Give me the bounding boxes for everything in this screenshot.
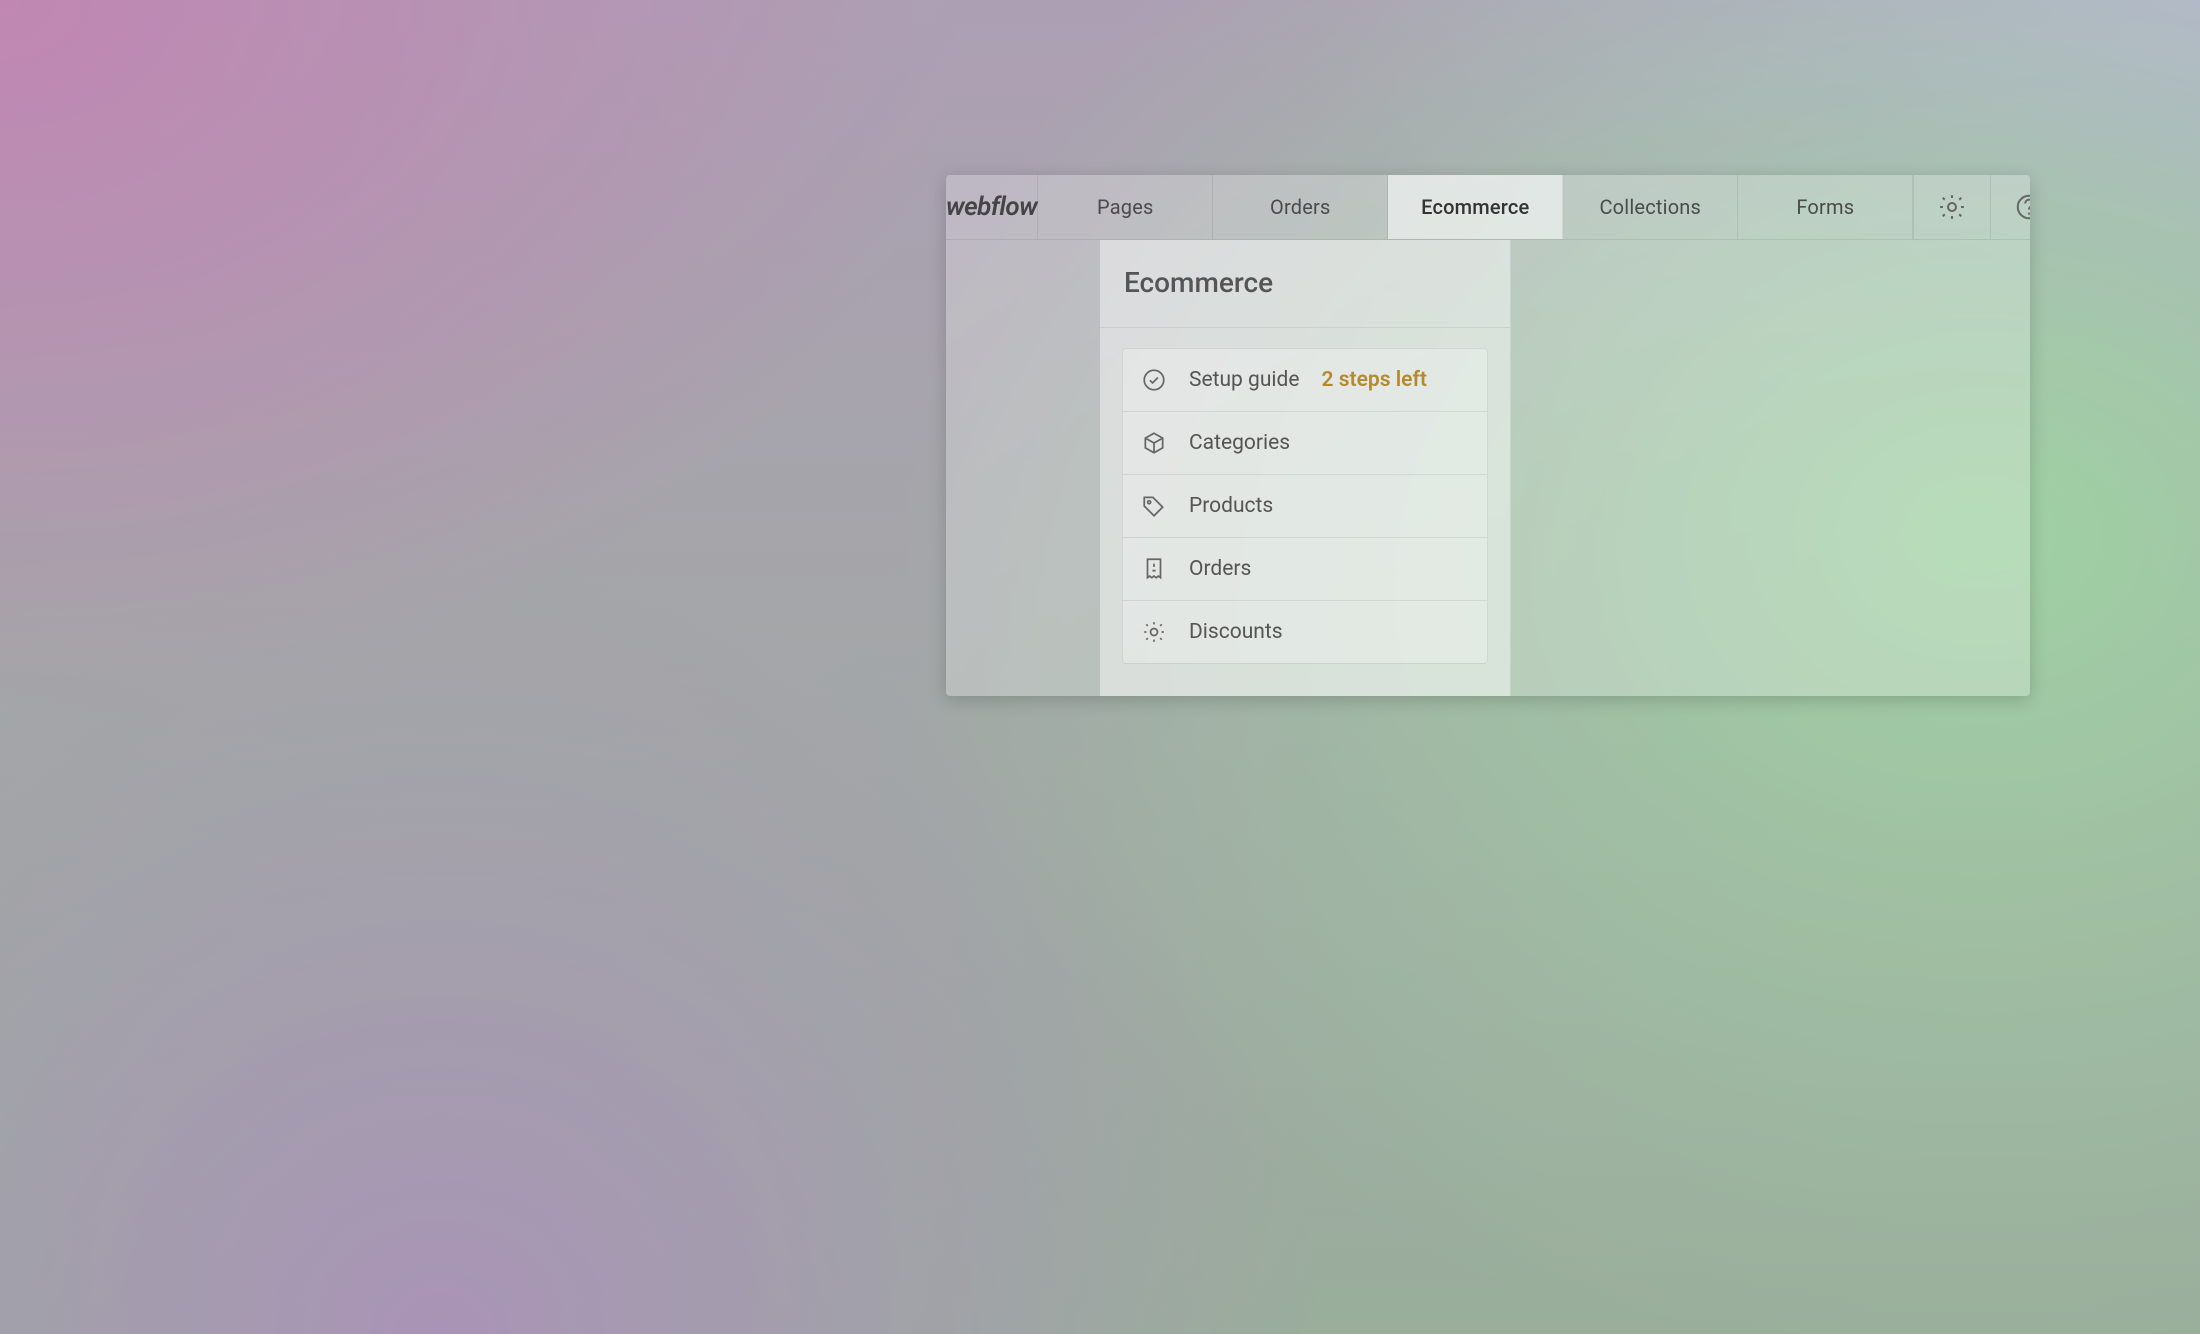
help-button[interactable] xyxy=(1990,175,2030,239)
tab-orders[interactable]: Orders xyxy=(1213,175,1388,239)
tab-label: Forms xyxy=(1796,195,1854,219)
ecommerce-menu: Setup guide 2 steps left Categories xyxy=(1100,328,1510,670)
body-filler xyxy=(1511,240,2030,696)
menu-item-products[interactable]: Products xyxy=(1122,474,1488,537)
brand-logo-text: webflow xyxy=(946,192,1037,222)
menu-item-label: Products xyxy=(1189,494,1273,518)
menu-item-orders[interactable]: Orders xyxy=(1122,537,1488,600)
top-bar: webflow Pages Orders Ecommerce Collectio… xyxy=(946,175,2030,240)
tab-label: Pages xyxy=(1097,195,1154,219)
check-circle-icon xyxy=(1141,367,1167,393)
receipt-icon xyxy=(1141,556,1167,582)
menu-item-badge: 2 steps left xyxy=(1322,368,1427,392)
menu-item-label: Discounts xyxy=(1189,620,1283,644)
brand-logo[interactable]: webflow xyxy=(946,175,1038,239)
help-icon xyxy=(2014,192,2030,222)
gear-icon xyxy=(1937,192,1967,222)
tab-pages[interactable]: Pages xyxy=(1038,175,1213,239)
menu-item-label: Orders xyxy=(1189,557,1251,581)
editor-window: webflow Pages Orders Ecommerce Collectio… xyxy=(946,175,2030,696)
menu-item-discounts[interactable]: Discounts xyxy=(1122,600,1488,664)
menu-item-label: Categories xyxy=(1189,431,1290,455)
body-spacer xyxy=(946,240,1100,696)
menu-item-setup-guide[interactable]: Setup guide 2 steps left xyxy=(1122,348,1488,411)
panel-title: Ecommerce xyxy=(1100,240,1510,328)
ecommerce-panel: Ecommerce Setup guide 2 steps left xyxy=(1100,240,1511,696)
tab-forms[interactable]: Forms xyxy=(1738,175,1913,239)
tab-ecommerce[interactable]: Ecommerce xyxy=(1388,175,1563,239)
tab-label: Ecommerce xyxy=(1421,195,1529,219)
menu-item-label: Setup guide xyxy=(1189,368,1300,392)
tag-icon xyxy=(1141,493,1167,519)
gear-icon xyxy=(1141,619,1167,645)
tab-label: Collections xyxy=(1599,195,1701,219)
top-bar-icons xyxy=(1913,175,2030,239)
window-body: Ecommerce Setup guide 2 steps left xyxy=(946,240,2030,696)
tab-collections[interactable]: Collections xyxy=(1563,175,1738,239)
cube-icon xyxy=(1141,430,1167,456)
tab-strip: Pages Orders Ecommerce Collections Forms xyxy=(1038,175,1913,239)
settings-button[interactable] xyxy=(1913,175,1990,239)
tab-label: Orders xyxy=(1270,195,1331,219)
menu-item-categories[interactable]: Categories xyxy=(1122,411,1488,474)
